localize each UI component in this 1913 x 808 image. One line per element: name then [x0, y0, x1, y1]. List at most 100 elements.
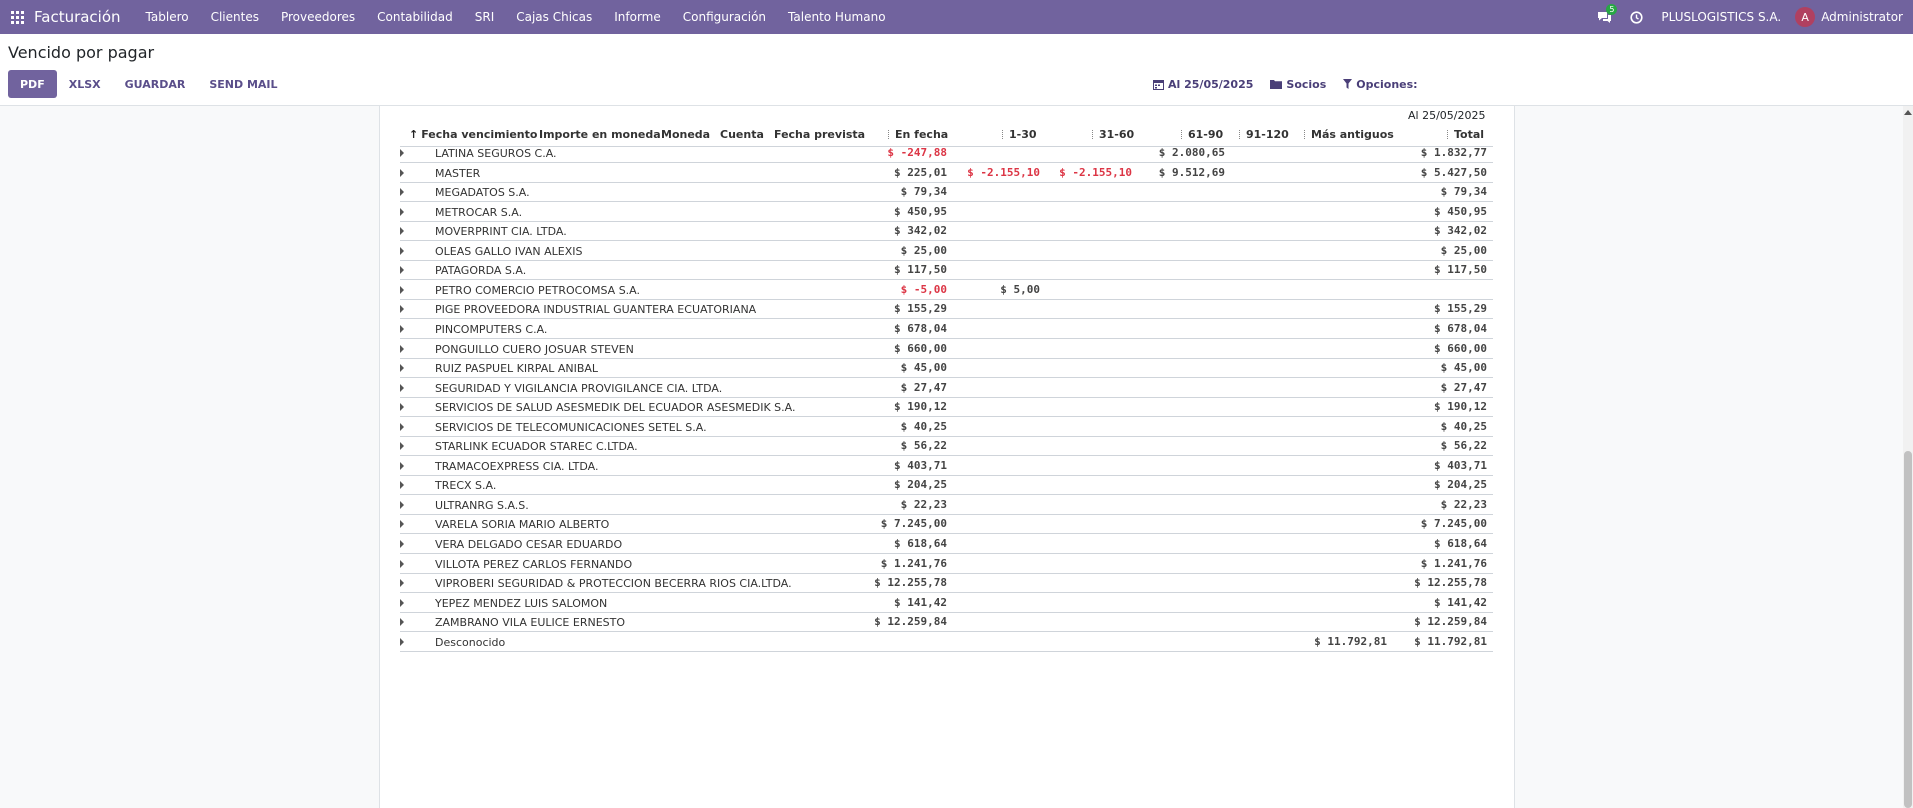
table-row[interactable]: RUIZ PASPUEL KIRPAL ANIBAL $ 45,00 $ 45,00: [400, 358, 1493, 378]
table-row[interactable]: PETRO COMERCIO PETROCOMSA S.A. $ -5,00 $ 5…: [400, 280, 1493, 300]
vertical-scrollbar[interactable]: [1903, 106, 1913, 808]
pdf-button[interactable]: PDF: [8, 70, 57, 98]
expand-caret-icon[interactable]: [400, 599, 404, 607]
table-row[interactable]: VIPROBERI SEGURIDAD & PROTECCION BECERRA…: [400, 573, 1493, 593]
menu-clientes[interactable]: Clientes: [200, 10, 270, 24]
table-row[interactable]: LATINA SEGUROS C.A. $ -247,88 $ 2.080,65 $ …: [400, 143, 1493, 163]
expand-caret-icon[interactable]: [400, 638, 404, 646]
menu-tablero[interactable]: Tablero: [135, 10, 200, 24]
save-button[interactable]: GUARDAR: [113, 70, 198, 98]
partner-name[interactable]: OLEAS GALLO IVAN ALEXIS: [435, 245, 583, 258]
menu-informe[interactable]: Informe: [603, 10, 672, 24]
table-row[interactable]: VILLOTA PEREZ CARLOS FERNANDO $ 1.241,76 $…: [400, 554, 1493, 574]
partner-name[interactable]: PIGE PROVEEDORA INDUSTRIAL GUANTERA ECUA…: [435, 303, 756, 316]
partner-name[interactable]: STARLINK ECUADOR STAREC C.LTDA.: [435, 440, 638, 453]
expand-caret-icon[interactable]: [400, 403, 404, 411]
expand-caret-icon[interactable]: [400, 325, 404, 333]
scroll-up-arrow-icon[interactable]: [1904, 110, 1912, 115]
date-filter[interactable]: Al 25/05/2025: [1153, 78, 1253, 91]
partner-name[interactable]: RUIZ PASPUEL KIRPAL ANIBAL: [435, 362, 598, 375]
send-mail-button[interactable]: SEND MAIL: [197, 70, 289, 98]
table-row[interactable]: VERA DELGADO CESAR EDUARDO $ 618,64 $ 618,…: [400, 534, 1493, 554]
expand-caret-icon[interactable]: [400, 579, 404, 587]
chat-icon[interactable]: 5: [1587, 0, 1621, 34]
table-row[interactable]: METROCAR S.A. $ 450,95 $ 450,95: [400, 202, 1493, 222]
expand-caret-icon[interactable]: [400, 442, 404, 450]
partner-name[interactable]: ZAMBRANO VILA EULICE ERNESTO: [435, 616, 625, 629]
expand-caret-icon[interactable]: [400, 345, 404, 353]
menu-configuracion[interactable]: Configuración: [672, 10, 777, 24]
partner-name[interactable]: PINCOMPUTERS C.A.: [435, 323, 547, 336]
partner-name[interactable]: METROCAR S.A.: [435, 206, 522, 219]
table-row[interactable]: ULTRANRG S.A.S. $ 22,23 $ 22,23: [400, 495, 1493, 515]
expand-caret-icon[interactable]: [400, 305, 404, 313]
partner-name[interactable]: SERVICIOS DE TELECOMUNICACIONES SETEL S.…: [435, 421, 707, 434]
partner-name[interactable]: VIPROBERI SEGURIDAD & PROTECCION BECERRA…: [435, 577, 792, 590]
table-row[interactable]: VARELA SORIA MARIO ALBERTO $ 7.245,00 $ 7.…: [400, 514, 1493, 534]
scroll-thumb[interactable]: [1904, 451, 1912, 808]
expand-caret-icon[interactable]: [400, 227, 404, 235]
expand-caret-icon[interactable]: [400, 384, 404, 392]
table-row[interactable]: TRECX S.A. $ 204,25 $ 204,25: [400, 475, 1493, 495]
expand-caret-icon[interactable]: [400, 618, 404, 626]
partner-name[interactable]: MOVERPRINT CIA. LTDA.: [435, 225, 567, 238]
partner-name[interactable]: TRAMACOEXPRESS CIA. LTDA.: [435, 460, 598, 473]
partner-name[interactable]: ULTRANRG S.A.S.: [435, 499, 529, 512]
expand-caret-icon[interactable]: [400, 423, 404, 431]
partners-filter[interactable]: Socios: [1270, 78, 1326, 91]
expand-caret-icon[interactable]: [400, 501, 404, 509]
partner-name[interactable]: VILLOTA PEREZ CARLOS FERNANDO: [435, 558, 632, 571]
table-row[interactable]: PONGUILLO CUERO JOSUAR STEVEN $ 660,00 $ 6…: [400, 339, 1493, 359]
partner-name[interactable]: MASTER: [435, 167, 480, 180]
partner-name[interactable]: YEPEZ MENDEZ LUIS SALOMON: [435, 597, 607, 610]
table-row[interactable]: SERVICIOS DE TELECOMUNICACIONES SETEL S.…: [400, 417, 1493, 437]
table-row[interactable]: Desconocido $ 11.792,81 $ 11.792,81: [400, 632, 1493, 652]
partner-name[interactable]: SERVICIOS DE SALUD ASESMEDIK DEL ECUADOR…: [435, 401, 795, 414]
column-resizer[interactable]: [1092, 130, 1093, 139]
partner-name[interactable]: VERA DELGADO CESAR EDUARDO: [435, 538, 622, 551]
menu-cajas-chicas[interactable]: Cajas Chicas: [505, 10, 603, 24]
column-resizer[interactable]: [1447, 130, 1448, 139]
expand-caret-icon[interactable]: [400, 286, 404, 294]
table-row[interactable]: STARLINK ECUADOR STAREC C.LTDA. $ 56,22 $ …: [400, 436, 1493, 456]
table-row[interactable]: PINCOMPUTERS C.A. $ 678,04 $ 678,04: [400, 319, 1493, 339]
options-filter[interactable]: Opciones:: [1343, 78, 1418, 91]
expand-caret-icon[interactable]: [400, 149, 404, 157]
partner-name[interactable]: PONGUILLO CUERO JOSUAR STEVEN: [435, 343, 634, 356]
menu-proveedores[interactable]: Proveedores: [270, 10, 366, 24]
expand-caret-icon[interactable]: [400, 364, 404, 372]
expand-caret-icon[interactable]: [400, 462, 404, 470]
table-row[interactable]: MOVERPRINT CIA. LTDA. $ 342,02 $ 342,02: [400, 221, 1493, 241]
expand-caret-icon[interactable]: [400, 266, 404, 274]
company-switcher[interactable]: PLUSLOGISTICS S.A.: [1651, 10, 1791, 24]
partner-name[interactable]: MEGADATOS S.A.: [435, 186, 530, 199]
expand-caret-icon[interactable]: [400, 540, 404, 548]
table-row[interactable]: YEPEZ MENDEZ LUIS SALOMON $ 141,42 $ 141,4…: [400, 593, 1493, 613]
table-row[interactable]: TRAMACOEXPRESS CIA. LTDA. $ 403,71 $ 403,7…: [400, 456, 1493, 476]
column-resizer[interactable]: [888, 130, 889, 139]
apps-menu-icon[interactable]: [0, 0, 34, 34]
activity-clock-icon[interactable]: [1621, 0, 1651, 34]
table-row[interactable]: MEGADATOS S.A. $ 79,34 $ 79,34: [400, 182, 1493, 202]
partner-name[interactable]: Desconocido: [435, 636, 505, 649]
user-menu[interactable]: A Administrator: [1791, 7, 1913, 27]
expand-caret-icon[interactable]: [400, 520, 404, 528]
partner-name[interactable]: PATAGORDA S.A.: [435, 264, 526, 277]
column-resizer[interactable]: [1181, 130, 1182, 139]
menu-talento-humano[interactable]: Talento Humano: [777, 10, 897, 24]
menu-sri[interactable]: SRI: [464, 10, 506, 24]
table-row[interactable]: OLEAS GALLO IVAN ALEXIS $ 25,00 $ 25,00: [400, 241, 1493, 261]
xlsx-button[interactable]: XLSX: [57, 70, 113, 98]
expand-caret-icon[interactable]: [400, 188, 404, 196]
menu-contabilidad[interactable]: Contabilidad: [366, 10, 464, 24]
table-row[interactable]: SERVICIOS DE SALUD ASESMEDIK DEL ECUADOR…: [400, 397, 1493, 417]
table-row[interactable]: SEGURIDAD Y VIGILANCIA PROVIGILANCE CIA.…: [400, 378, 1493, 398]
expand-caret-icon[interactable]: [400, 169, 404, 177]
table-row[interactable]: PIGE PROVEEDORA INDUSTRIAL GUANTERA ECUA…: [400, 299, 1493, 319]
partner-name[interactable]: PETRO COMERCIO PETROCOMSA S.A.: [435, 284, 640, 297]
partner-name[interactable]: TRECX S.A.: [435, 479, 496, 492]
table-row[interactable]: MASTER $ 225,01 $ -2.155,10 $ -2.155,10 $ 9.…: [400, 163, 1493, 183]
column-resizer[interactable]: [1304, 130, 1305, 139]
expand-caret-icon[interactable]: [400, 560, 404, 568]
expand-caret-icon[interactable]: [400, 208, 404, 216]
